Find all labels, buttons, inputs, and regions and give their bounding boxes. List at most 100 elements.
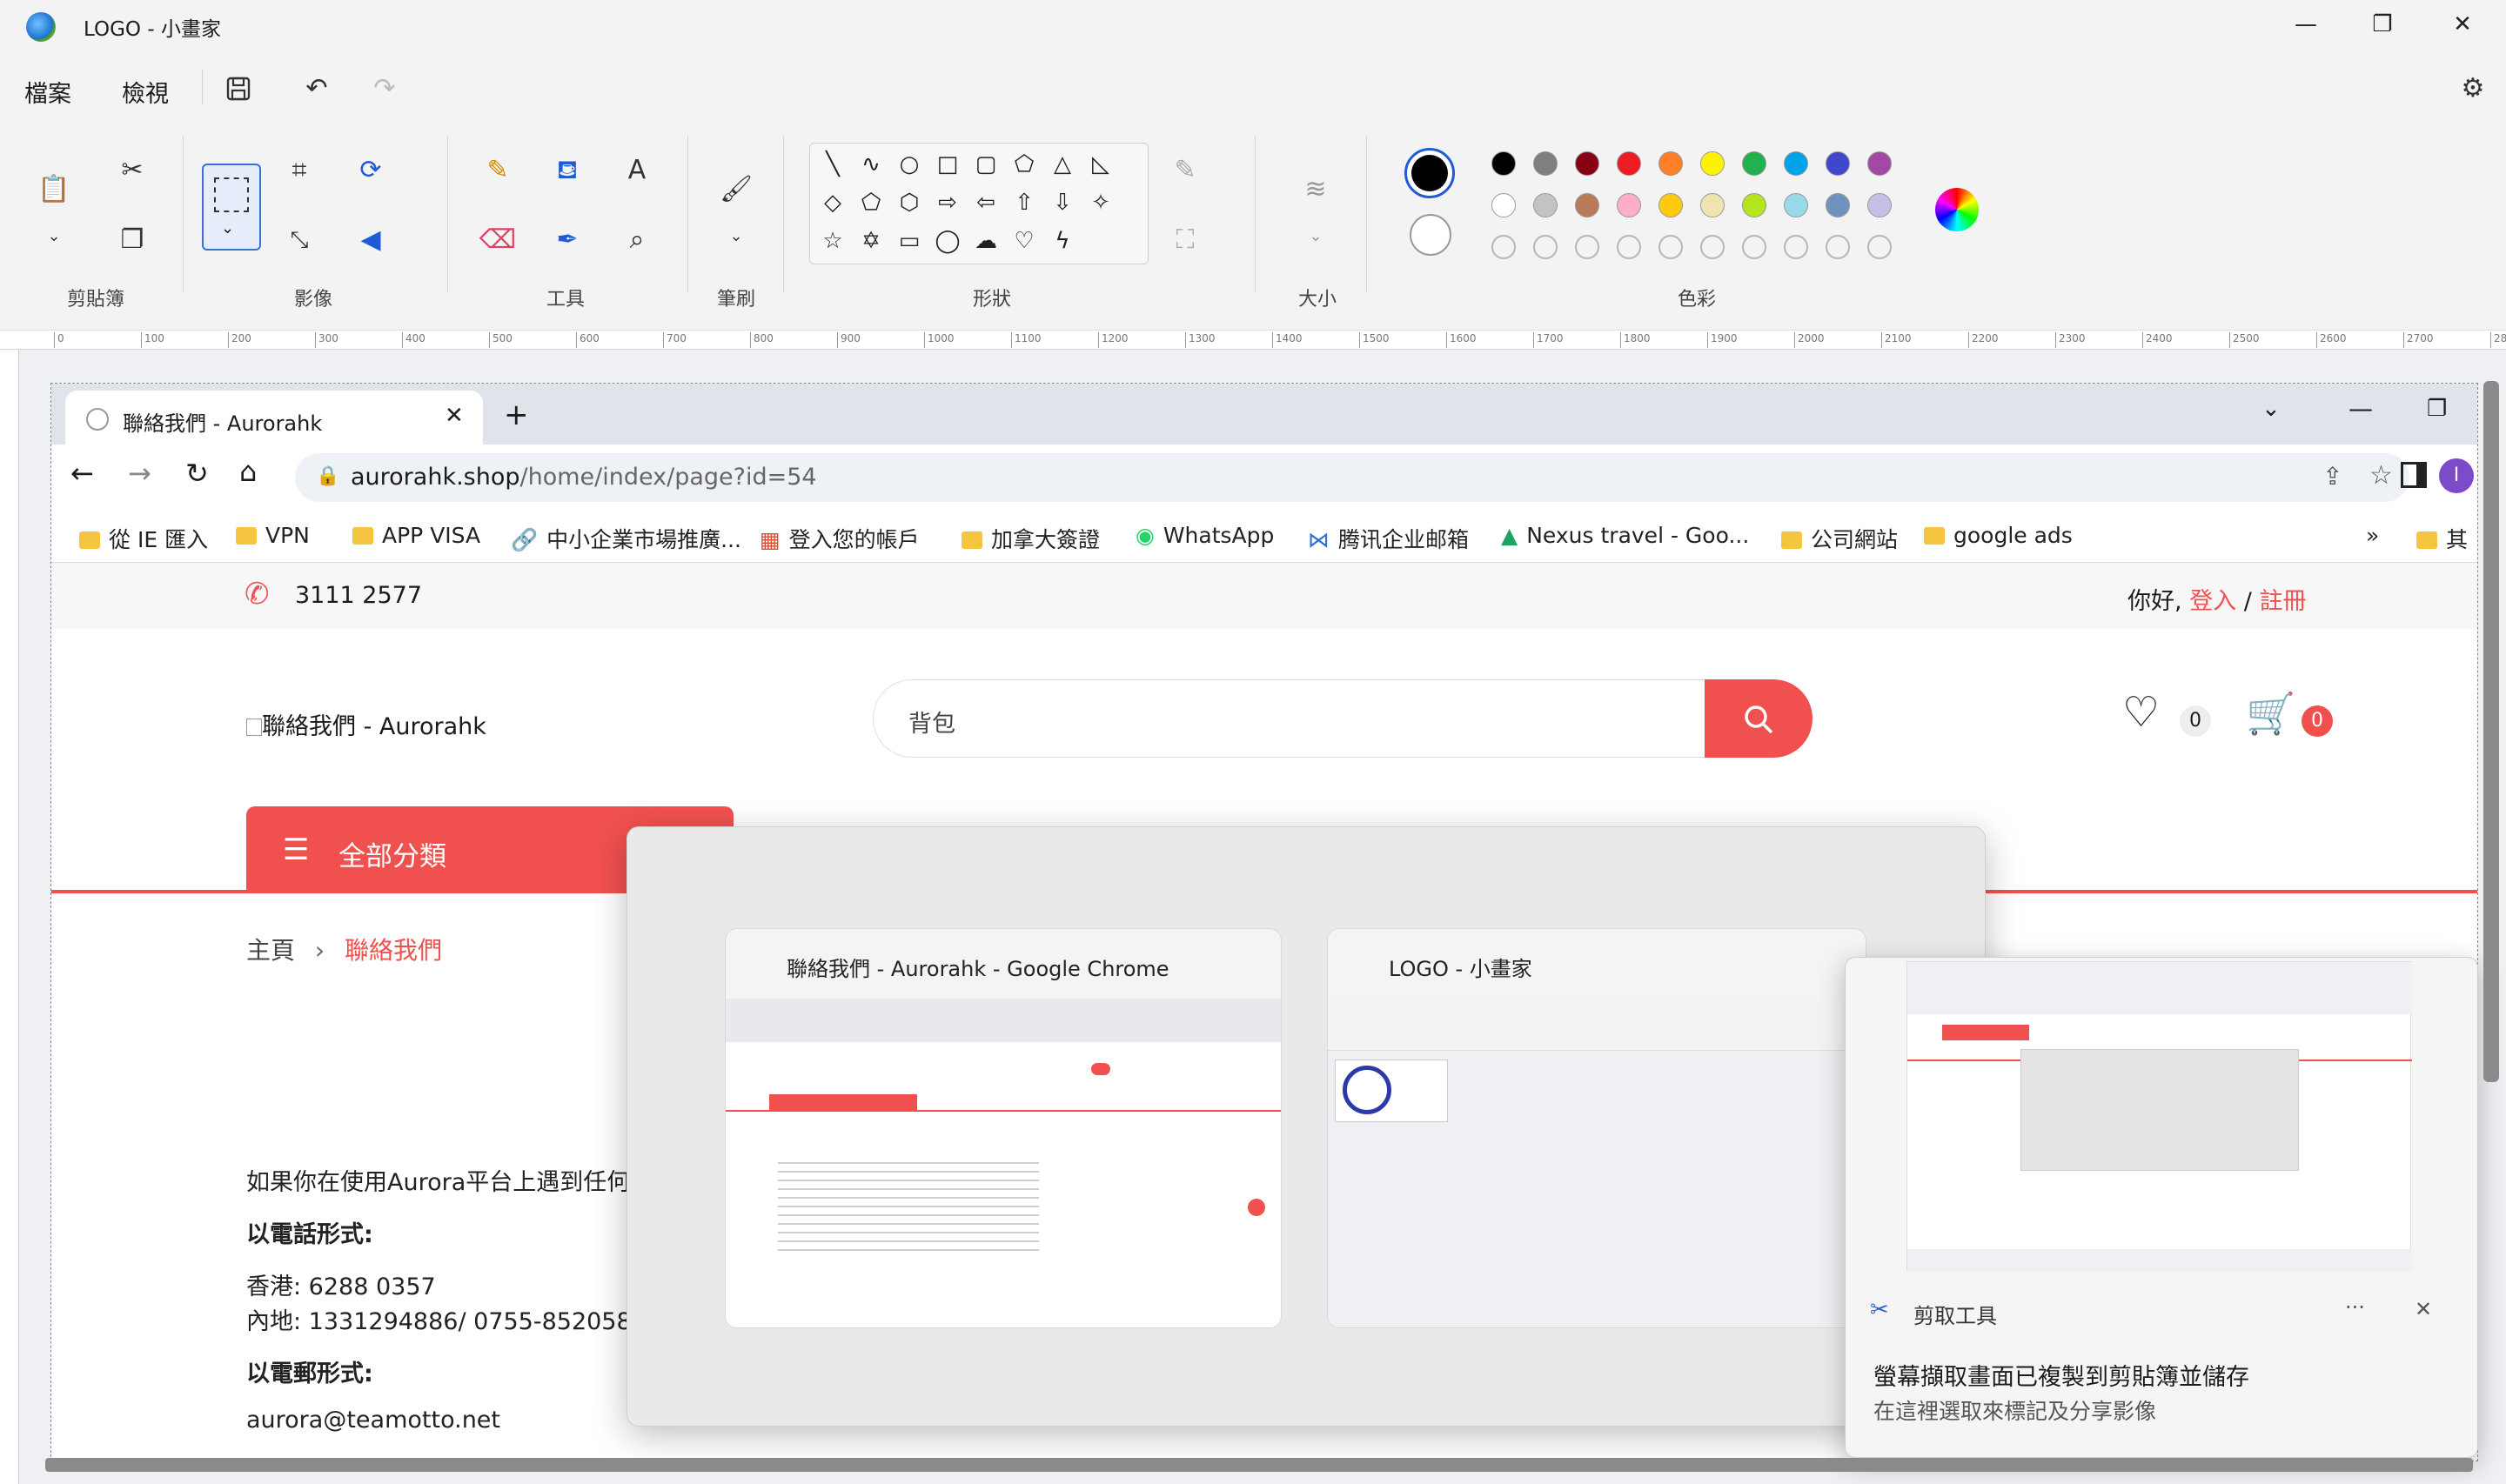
side-panel-icon[interactable] (2401, 462, 2427, 488)
cart-icon[interactable]: 🛒 (2246, 690, 2295, 738)
empty-color-slot[interactable] (1617, 235, 1641, 259)
account-settings-icon[interactable]: ⚙ (2454, 70, 2492, 108)
size-lines-icon[interactable]: ≋ (1297, 170, 1335, 209)
bookmark-item[interactable]: 🔗 中小企業市場推廣... (511, 523, 741, 554)
toast-close-icon[interactable]: ✕ (2415, 1297, 2432, 1321)
empty-color-slot[interactable] (1700, 235, 1725, 259)
switcher-card-chrome[interactable]: 聯絡我們 - Aurorahk - Google Chrome (725, 928, 1282, 1328)
left-arrow-shape-icon[interactable]: ⇦ (967, 184, 1005, 222)
empty-color-slot[interactable] (1784, 235, 1808, 259)
horizontal-scrollbar[interactable] (45, 1458, 2473, 1472)
share-icon[interactable]: ⇪ (2322, 462, 2342, 491)
color-swatch[interactable] (1617, 193, 1641, 217)
right-arrow-shape-icon[interactable]: ⇨ (928, 184, 967, 222)
color-swatch[interactable] (1575, 193, 1599, 217)
register-link[interactable]: 註冊 (2259, 588, 2306, 615)
oval-shape-icon[interactable]: ○ (890, 145, 928, 184)
bookmark-item[interactable]: ▦ 登入您的帳戶 (760, 523, 920, 554)
color-swatch[interactable] (1700, 193, 1725, 217)
fill-icon[interactable]: ⛶ (1166, 221, 1204, 259)
size-chevron-icon[interactable]: ⌄ (1297, 217, 1335, 256)
color-swatch[interactable] (1867, 151, 1892, 176)
maximize-button[interactable]: ❐ (2356, 7, 2409, 42)
select-button[interactable]: ⌄ (202, 164, 261, 251)
eraser-icon[interactable]: ⌫ (479, 221, 517, 259)
resize-icon[interactable]: ⤡ (280, 221, 318, 259)
minimize-button[interactable]: — (2280, 7, 2332, 42)
pencil-icon[interactable]: ✎ (479, 151, 517, 190)
five-point-star-icon[interactable]: ☆ (814, 222, 852, 260)
paste-icon[interactable]: 📋 (35, 170, 73, 209)
color-swatch[interactable] (1658, 193, 1683, 217)
cut-icon[interactable]: ✂ (113, 151, 151, 190)
menu-view[interactable]: 檢視 (122, 75, 169, 109)
vertical-scrollbar[interactable] (2483, 381, 2499, 1082)
triangle-shape-icon[interactable]: △ (1043, 145, 1082, 184)
bookmark-item[interactable]: ⋈ 腾讯企业邮箱 (1308, 523, 1469, 554)
color-swatch[interactable] (1826, 193, 1850, 217)
diamond-shape-icon[interactable]: ◇ (814, 184, 852, 222)
empty-color-slot[interactable] (1826, 235, 1850, 259)
tab-search-chevron-icon[interactable]: ⌄ (2261, 396, 2281, 422)
home-icon[interactable]: ⌂ (239, 455, 257, 488)
magnifier-icon[interactable]: ⌕ (618, 221, 656, 259)
switcher-card-paint[interactable]: LOGO - 小畫家 (1327, 928, 1866, 1328)
bookmark-item[interactable]: google ads (1924, 523, 2073, 548)
color1-selector[interactable] (1404, 148, 1455, 198)
color-swatch[interactable] (1784, 193, 1808, 217)
fill-bucket-icon[interactable]: ⛾ (548, 151, 586, 190)
undo-icon[interactable]: ↶ (298, 70, 336, 108)
site-logo-broken[interactable]: 聯絡我們 - Aurorahk (246, 707, 486, 741)
browser-minimize-icon[interactable]: — (2349, 394, 2373, 423)
rotate-icon[interactable]: ⟳ (352, 151, 390, 190)
color-swatch[interactable] (1867, 193, 1892, 217)
empty-color-slot[interactable] (1742, 235, 1766, 259)
color-swatch[interactable] (1742, 193, 1766, 217)
back-arrow-icon[interactable]: ← (70, 457, 94, 490)
oval-callout-icon[interactable]: ◯ (928, 222, 967, 260)
bookmark-item[interactable]: APP VISA (352, 523, 480, 548)
close-button[interactable]: ✕ (2436, 7, 2489, 42)
text-icon[interactable]: A (618, 151, 656, 190)
paste-dropdown-chevron-icon[interactable]: ⌄ (35, 217, 73, 256)
cloud-callout-icon[interactable]: ☁ (967, 222, 1005, 260)
reload-icon[interactable]: ↻ (185, 457, 209, 490)
bookmark-item[interactable]: 從 IE 匯入 (79, 523, 208, 554)
address-bar[interactable]: 🔒 aurorahk.shop/home/index/page?id=54 ⇪ … (295, 453, 2409, 502)
rounded-rect-shape-icon[interactable]: ▢ (967, 145, 1005, 184)
color-swatch[interactable] (1575, 151, 1599, 176)
color-swatch[interactable] (1491, 151, 1516, 176)
save-icon[interactable] (219, 70, 258, 108)
right-triangle-shape-icon[interactable]: ◺ (1082, 145, 1120, 184)
empty-color-slot[interactable] (1867, 235, 1892, 259)
breadcrumb-home[interactable]: 主頁 (246, 936, 295, 965)
bookmark-star-icon[interactable]: ☆ (2369, 460, 2393, 491)
other-bookmarks[interactable]: 其 (2416, 523, 2468, 554)
rect-callout-icon[interactable]: ▭ (890, 222, 928, 260)
copy-icon[interactable]: ❐ (113, 221, 151, 259)
edit-colors-icon[interactable] (1935, 188, 1979, 231)
brush-chevron-icon[interactable]: ⌄ (717, 217, 755, 256)
color2-selector[interactable] (1410, 214, 1451, 256)
menu-file[interactable]: 檔案 (24, 75, 71, 109)
six-point-star-icon[interactable]: ✡ (852, 222, 890, 260)
bookmark-item[interactable]: VPN (236, 523, 310, 548)
empty-color-slot[interactable] (1491, 235, 1516, 259)
color-picker-icon[interactable]: ✒ (548, 221, 586, 259)
new-tab-icon[interactable]: + (504, 398, 529, 432)
forward-arrow-icon[interactable]: → (128, 457, 151, 490)
down-arrow-shape-icon[interactable]: ⇩ (1043, 184, 1082, 222)
four-point-star-icon[interactable]: ✧ (1082, 184, 1120, 222)
browser-restore-icon[interactable]: ❐ (2427, 396, 2447, 422)
color-swatch[interactable] (1658, 151, 1683, 176)
rectangle-shape-icon[interactable]: □ (928, 145, 967, 184)
redo-icon[interactable]: ↷ (365, 70, 404, 108)
pentagon-shape-icon[interactable]: ⬠ (852, 184, 890, 222)
line-shape-icon[interactable]: ╲ (814, 145, 852, 184)
crop-icon[interactable]: ⌗ (280, 151, 318, 190)
heart-shape-icon[interactable]: ♡ (1005, 222, 1043, 260)
site-search-input[interactable]: 背包 (873, 679, 1812, 758)
wishlist-heart-icon[interactable]: ♡ (2122, 688, 2160, 737)
color-swatch[interactable] (1491, 193, 1516, 217)
tab-close-icon[interactable]: ✕ (445, 403, 464, 429)
